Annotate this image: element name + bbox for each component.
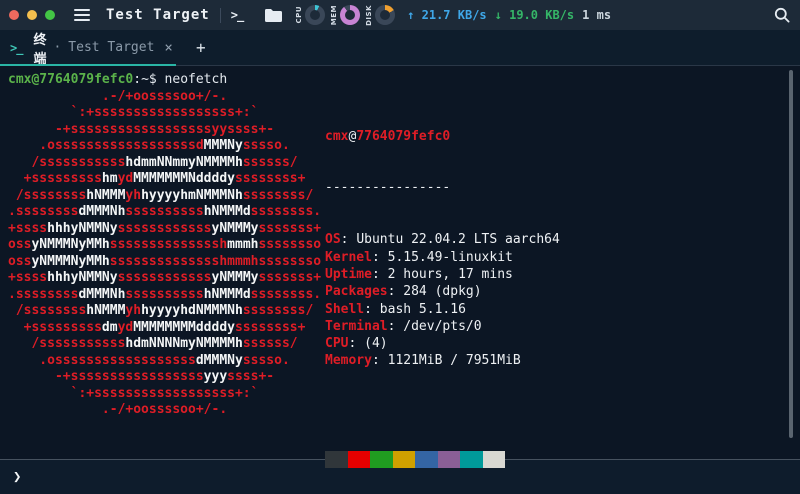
network-upload-speed: ↑ 21.7 KB/s [407, 8, 487, 22]
palette-swatch [392, 450, 415, 468]
info-underline: ---------------- [325, 180, 451, 196]
gauge-label-disk: DISK [365, 4, 374, 26]
info-row-os: OS: Ubuntu 22.04.2 LTS aarch64 [325, 232, 560, 248]
palette-swatch [482, 450, 505, 468]
search-icon[interactable] [774, 7, 790, 23]
minimize-window-button[interactable] [27, 10, 37, 20]
folder-icon[interactable] [265, 8, 283, 22]
palette-swatch [325, 450, 348, 468]
palette-row-normal [325, 450, 560, 468]
palette-swatch [437, 450, 460, 468]
info-header: cmx@7764079fefc0 [325, 128, 451, 144]
tab-title: Test Target [68, 40, 155, 55]
prompt-path: ~ [141, 72, 149, 87]
palette-swatch [347, 450, 370, 468]
window-title: Test Target [106, 7, 210, 23]
prompt-line: cmx@7764079fefc0:~$ neofetch [8, 72, 228, 87]
tab-close-icon[interactable]: × [164, 40, 172, 56]
maximize-window-button[interactable] [45, 10, 55, 20]
prompt-user-host: cmx@7764079fefc0 [8, 72, 134, 87]
gauge-ring-disk-icon [375, 4, 396, 25]
palette-swatch [415, 450, 438, 468]
titlebar-divider [219, 7, 221, 23]
info-row-packages: Packages: 284 (dpkg) [325, 284, 482, 300]
gauge-label-cpu: CPU [295, 6, 304, 24]
menu-icon[interactable] [74, 9, 90, 21]
new-tab-button[interactable]: + [190, 38, 212, 57]
tabbar: >_ 终端 · Test Target × + [0, 30, 800, 67]
terminal-screen[interactable]: cmx@7764079fefc0:~$ neofetch .-/+oosssso… [0, 66, 800, 468]
tab-test-target[interactable]: >_ 终端 · Test Target × [0, 30, 176, 67]
network-latency: 1 ms [582, 8, 612, 22]
network-download-speed: ↓ 19.0 KB/s [494, 8, 575, 22]
tab-terminal-icon: >_ [10, 40, 23, 55]
palette-swatch [370, 450, 393, 468]
traffic-lights [9, 10, 55, 20]
titlebar: Test Target >_ CPU MEM DISK ↑ 21.7 KB/s ↓ … [0, 0, 800, 30]
gauge-cpu: CPU [295, 4, 326, 25]
gauge-ring-mem-icon [340, 4, 361, 25]
info-row-memory: Memory: 1121MiB / 7951MiB [325, 353, 521, 369]
terminal-icon[interactable]: >_ [231, 8, 244, 22]
prompt-command: neofetch [164, 72, 228, 87]
system-gauges: CPU MEM DISK [295, 4, 396, 26]
info-row-kernel: Kernel: 5.15.49-linuxkit [325, 249, 513, 265]
info-row-cpu: CPU: (4) [325, 336, 388, 352]
gauge-label-mem: MEM [330, 4, 339, 26]
info-row-terminal: Terminal: /dev/pts/0 [325, 318, 482, 334]
close-window-button[interactable] [9, 10, 19, 20]
tab-app-name: 终端 [33, 32, 47, 67]
palette-swatch [460, 450, 483, 468]
info-row-uptime: Uptime: 2 hours, 17 mins [325, 266, 513, 282]
info-rows: OS: Ubuntu 22.04.2 LTS aarch64 Kernel: 5.… [325, 231, 560, 369]
tab-separator: · [53, 40, 62, 55]
terminal-color-palette [325, 416, 560, 494]
neofetch-info-panel: cmx@7764079fefc0 ---------------- OS: Ub… [325, 93, 560, 494]
gauge-disk: DISK [365, 4, 396, 26]
terminal-scrollbar-thumb[interactable] [789, 70, 793, 438]
gauge-ring-cpu-icon [305, 4, 326, 25]
prompt-chevron-icon: ❯ [13, 469, 22, 485]
gauge-mem: MEM [330, 4, 361, 26]
info-row-shell: Shell: bash 5.1.16 [325, 301, 466, 317]
